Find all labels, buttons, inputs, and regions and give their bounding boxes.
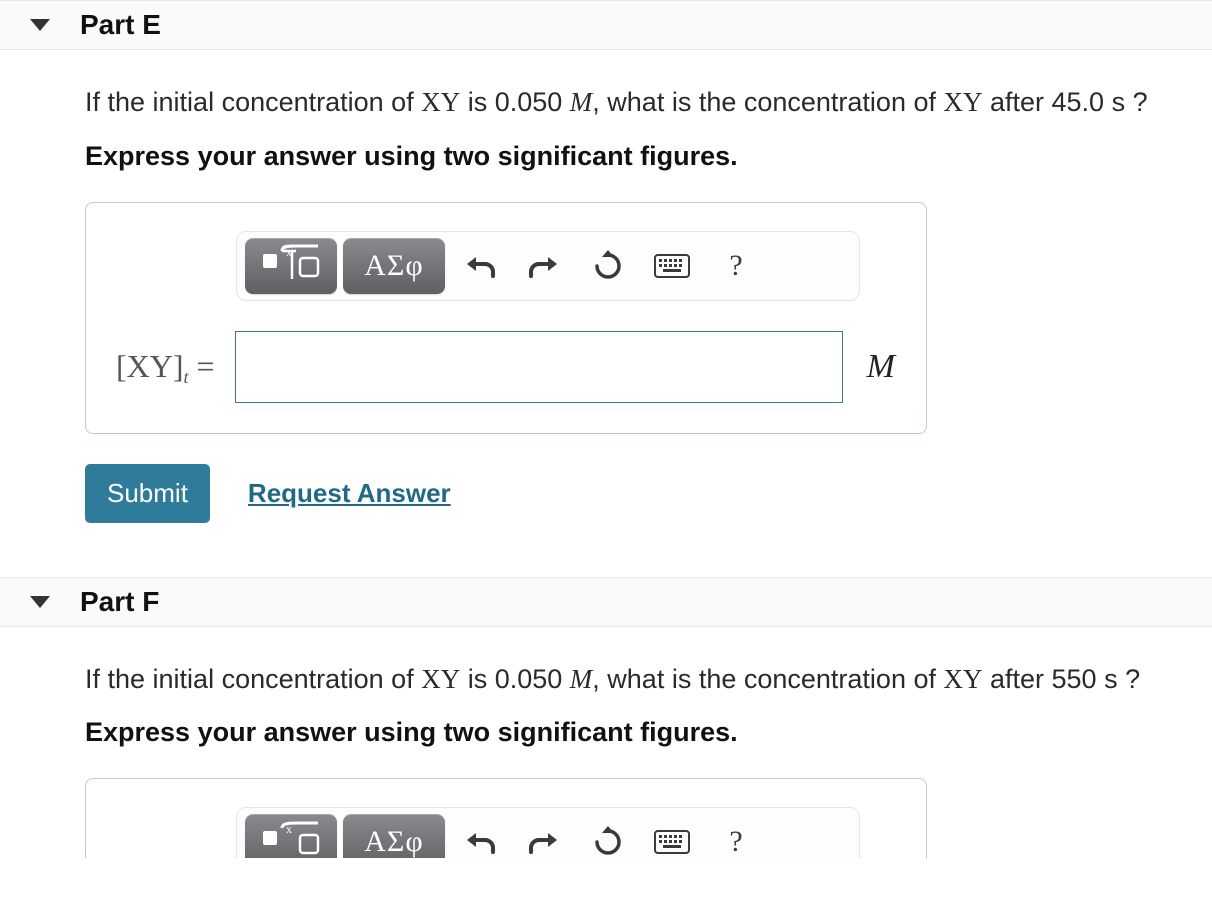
unit-m: M: [570, 664, 593, 694]
answer-input-row: [XY]t = M: [116, 331, 896, 403]
reset-icon: [592, 250, 624, 282]
answer-unit: M: [867, 348, 895, 386]
submit-button[interactable]: Submit: [85, 464, 210, 523]
undo-button[interactable]: [451, 814, 509, 858]
part-f: Part F If the initial concentration of X…: [0, 577, 1212, 889]
collapse-triangle-icon: [30, 596, 50, 608]
variable-xy: XY: [943, 664, 982, 694]
variable-xy: XY: [421, 664, 460, 694]
greek-label: ΑΣφ: [364, 825, 423, 858]
equation-toolbar: x ΑΣφ: [236, 807, 860, 858]
text: is 0.050: [460, 664, 570, 694]
answer-input[interactable]: [235, 331, 843, 403]
undo-icon: [463, 252, 497, 280]
text: If the initial concentration of: [85, 87, 421, 117]
equals-sign: =: [189, 348, 215, 384]
toolbar-wrap: x ΑΣφ: [236, 231, 896, 301]
keyboard-button[interactable]: [643, 814, 701, 858]
text: after 550 s ?: [982, 664, 1140, 694]
instruction: Express your answer using two significan…: [85, 141, 1182, 172]
templates-button[interactable]: x: [245, 814, 337, 858]
greek-label: ΑΣφ: [364, 249, 423, 283]
reset-button[interactable]: [579, 814, 637, 858]
greek-letters-button[interactable]: ΑΣφ: [343, 238, 445, 294]
reset-icon: [592, 826, 624, 858]
templates-icon: x: [260, 821, 322, 859]
greek-letters-button[interactable]: ΑΣφ: [343, 814, 445, 858]
help-button[interactable]: ?: [707, 238, 765, 294]
undo-icon: [463, 828, 497, 856]
answer-box: x ΑΣφ: [85, 202, 927, 434]
answer-box: x ΑΣφ: [85, 778, 927, 858]
variable-xy: XY: [421, 87, 460, 117]
lhs-subscript: t: [184, 367, 189, 387]
text: , what is the concentration of: [592, 87, 943, 117]
request-answer-link[interactable]: Request Answer: [248, 478, 451, 509]
templates-icon: x: [260, 244, 322, 287]
keyboard-icon: [654, 254, 690, 278]
bracket-open: [: [116, 348, 127, 384]
text: is 0.050: [460, 87, 570, 117]
templates-button[interactable]: x: [245, 238, 337, 294]
part-header-f[interactable]: Part F: [0, 577, 1212, 627]
part-title: Part F: [80, 586, 159, 618]
redo-icon: [527, 828, 561, 856]
bracket-close: ]: [173, 348, 184, 384]
question-prompt: If the initial concentration of XY is 0.…: [85, 82, 1182, 123]
variable-xy: XY: [943, 87, 982, 117]
text: If the initial concentration of: [85, 664, 421, 694]
part-f-content: If the initial concentration of XY is 0.…: [0, 627, 1212, 889]
undo-button[interactable]: [451, 238, 509, 294]
action-row: Submit Request Answer: [85, 464, 1182, 523]
equation-toolbar: x ΑΣφ: [236, 231, 860, 301]
part-e: Part E If the initial concentration of X…: [0, 0, 1212, 553]
part-e-content: If the initial concentration of XY is 0.…: [0, 50, 1212, 553]
text: after 45.0 s ?: [982, 87, 1147, 117]
text: , what is the concentration of: [592, 664, 943, 694]
part-header-e[interactable]: Part E: [0, 0, 1212, 50]
keyboard-icon: [654, 830, 690, 854]
toolbar-wrap: x ΑΣφ: [236, 807, 896, 858]
lhs-var: XY: [127, 348, 173, 384]
collapse-triangle-icon: [30, 19, 50, 31]
question-prompt: If the initial concentration of XY is 0.…: [85, 659, 1182, 700]
reset-button[interactable]: [579, 238, 637, 294]
keyboard-button[interactable]: [643, 238, 701, 294]
answer-lhs: [XY]t =: [116, 348, 215, 385]
redo-button[interactable]: [515, 814, 573, 858]
help-icon: ?: [729, 249, 742, 283]
help-icon: ?: [729, 825, 742, 858]
instruction: Express your answer using two significan…: [85, 717, 1182, 748]
part-title: Part E: [80, 9, 161, 41]
help-button[interactable]: ?: [707, 814, 765, 858]
unit-m: M: [570, 87, 593, 117]
redo-icon: [527, 252, 561, 280]
redo-button[interactable]: [515, 238, 573, 294]
